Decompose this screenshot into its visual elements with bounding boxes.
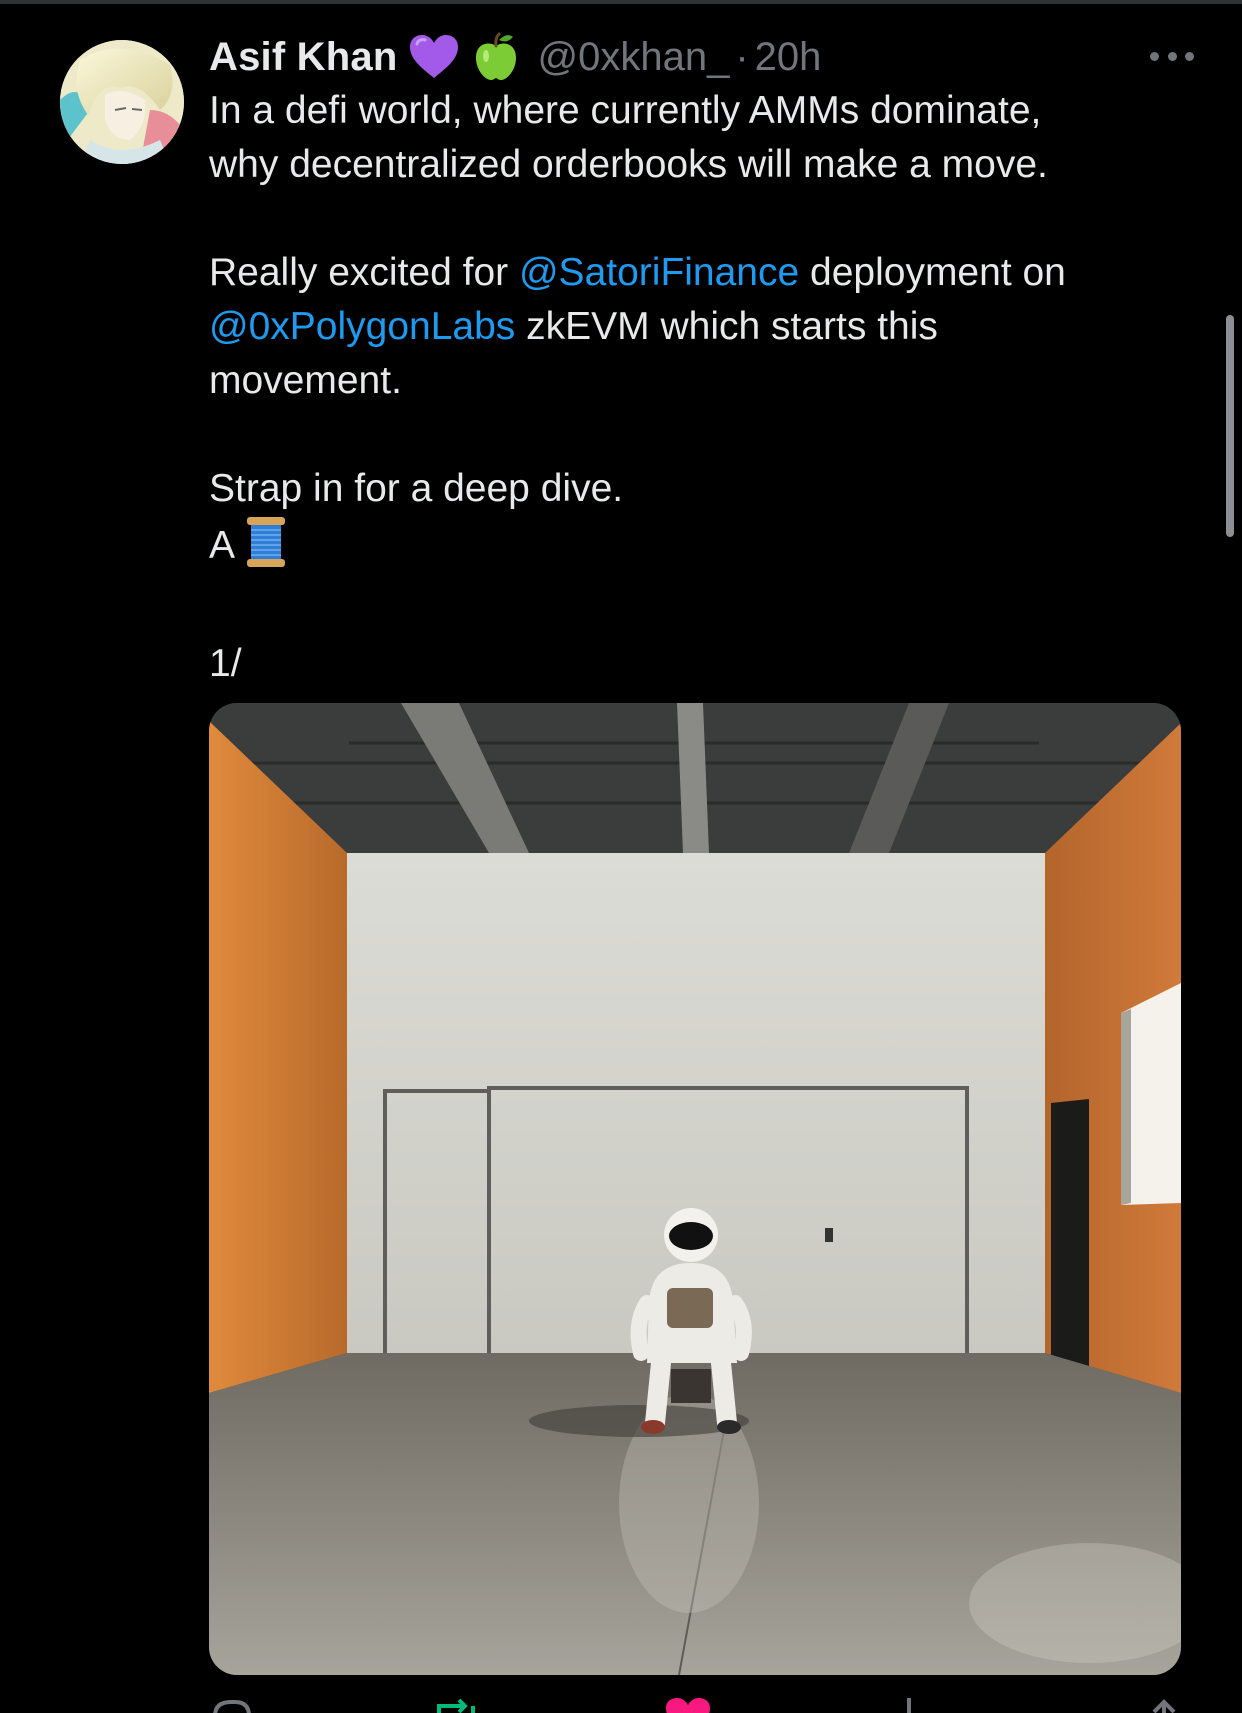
reply-icon[interactable]	[209, 1696, 255, 1713]
text-span: deployment on	[799, 251, 1066, 294]
text-span: A	[209, 524, 236, 567]
avatar[interactable]	[60, 40, 184, 164]
text-line: 1/	[209, 642, 242, 685]
text-line: movement.	[209, 359, 402, 402]
tweet-text: In a defi world, where currently AMMs do…	[209, 84, 1194, 691]
text-span: zkEVM which starts this	[515, 305, 938, 348]
spool-of-thread-icon	[245, 516, 287, 583]
repost-icon[interactable]	[431, 1696, 481, 1713]
text-line: Strap in for a deep dive.	[209, 467, 624, 510]
timestamp[interactable]: 20h	[755, 35, 822, 80]
tweet-media-image[interactable]	[209, 703, 1181, 1675]
text-line: @0xPolygonLabs zkEVM which starts this	[209, 300, 1194, 354]
text-line: Really excited for @SatoriFinance deploy…	[209, 246, 1194, 300]
author-handle[interactable]: @0xkhan_	[537, 35, 729, 80]
tweet-actions	[209, 1690, 1194, 1713]
like-icon[interactable]	[664, 1696, 712, 1713]
purple-heart-icon	[409, 34, 459, 80]
more-options-icon[interactable]	[1150, 44, 1194, 68]
tweet-page: Asif Khan @0xkhan_ · 20h In a defi world…	[0, 0, 1242, 1713]
tweet-header: Asif Khan @0xkhan_ · 20h	[209, 28, 1194, 86]
text-line: In a defi world, where currently AMMs do…	[209, 89, 1042, 132]
text-line: A	[209, 516, 1194, 583]
views-icon[interactable]	[899, 1696, 919, 1713]
text-line: why decentralized orderbooks will make a…	[209, 143, 1048, 186]
scrollbar[interactable]	[1226, 315, 1234, 537]
separator-dot: ·	[735, 34, 749, 79]
share-icon[interactable]	[1144, 1696, 1184, 1713]
author-name[interactable]: Asif Khan	[209, 35, 397, 80]
tweet: Asif Khan @0xkhan_ · 20h In a defi world…	[209, 28, 1194, 691]
top-divider	[0, 0, 1242, 4]
mention-link[interactable]: @SatoriFinance	[519, 251, 799, 294]
text-span: Really excited for	[209, 251, 519, 294]
mention-link[interactable]: @0xPolygonLabs	[209, 305, 515, 348]
green-apple-icon	[471, 32, 521, 82]
